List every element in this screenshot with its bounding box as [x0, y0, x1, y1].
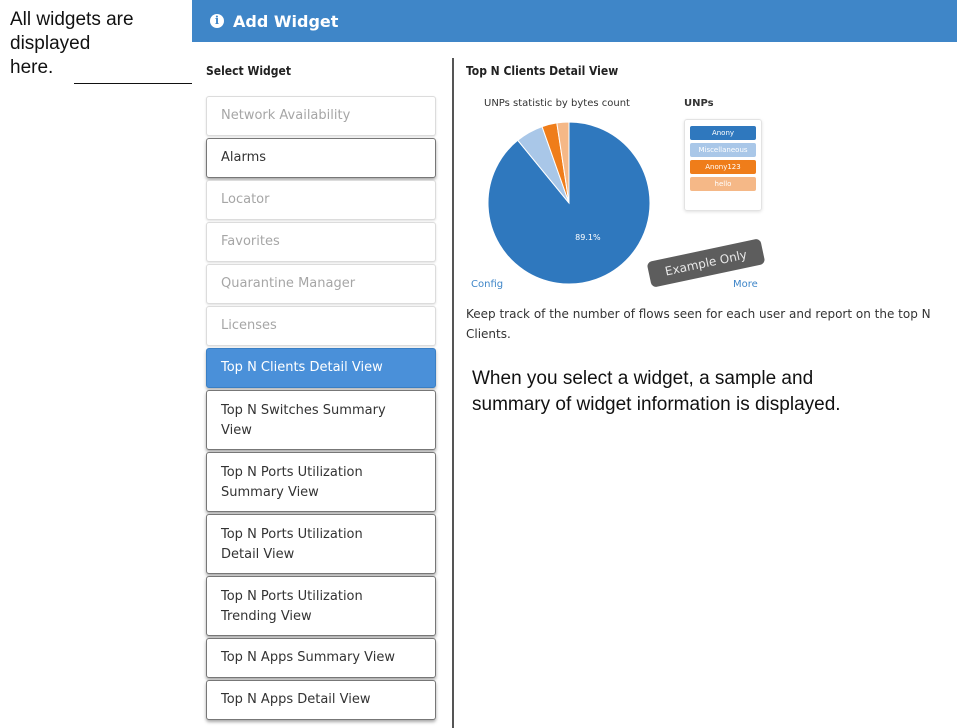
widget-item-label-line: Locator	[221, 192, 270, 207]
widget-item-label: Top N Ports Utilization Detail View	[221, 525, 363, 565]
widget-item[interactable]: Top N Apps Summary View	[206, 638, 436, 678]
widget-item-label-line: Top N Ports Utilization	[221, 527, 363, 542]
widget-list: Network Availability Alarms Locator Favorit…	[206, 96, 438, 722]
select-widget-label: Select Widget	[206, 64, 291, 78]
panel-divider	[452, 58, 454, 728]
widget-item-label-line: Alarms	[221, 150, 267, 165]
widget-item-label: Favorites	[221, 232, 280, 252]
widget-item-label-line: Favorites	[221, 234, 280, 249]
widget-item[interactable]: Alarms	[206, 138, 436, 178]
widget-item-label: Network Availability	[221, 106, 350, 126]
widget-item-label: Top N Clients Detail View	[221, 358, 383, 378]
widget-item-label-line: Top N Apps Summary View	[221, 650, 396, 665]
widget-item-label: Quarantine Manager	[221, 274, 355, 294]
widget-item-label: Alarms	[221, 148, 266, 168]
header-title: Add Widget	[233, 11, 339, 31]
chart-title: UNPs statistic by bytes count	[484, 98, 630, 109]
annotation-right-line-1: When you select a widget, a sample and	[472, 368, 814, 389]
widget-item-label-line: Top N Clients Detail View	[221, 360, 383, 375]
legend-title: UNPs	[684, 98, 714, 109]
widget-item-label-line: Top N Ports Utilization	[221, 465, 363, 480]
widget-description: Keep track of the number of flows seen f…	[466, 307, 931, 341]
widget-item[interactable]: Top N Ports Utilization Trending View	[206, 576, 436, 636]
widget-item-label-line: Top N Apps Detail View	[221, 692, 371, 707]
legend-item: Miscellaneous	[690, 143, 756, 157]
pie-slice-label: 89.1%	[575, 233, 601, 242]
legend-item: hello	[690, 177, 756, 191]
widget-item-label-line: Detail View	[221, 547, 295, 562]
widget-item-label-line: Network Availability	[221, 108, 351, 123]
pie-chart: 89.1%	[487, 121, 651, 285]
legend-item: Anony	[690, 126, 756, 140]
widget-item: Quarantine Manager	[206, 264, 436, 304]
info-icon: i	[210, 14, 224, 28]
widget-item-label: Locator	[221, 190, 269, 210]
chart-legend: Anony Miscellaneous Anony123 hello	[684, 119, 762, 211]
legend-item: Anony123	[690, 160, 756, 174]
widget-item-label: Top N Ports Utilization Trending View	[221, 587, 363, 627]
annotation-left: All widgets are displayed here.	[10, 8, 190, 80]
widget-item: Licenses	[206, 306, 436, 346]
widget-item[interactable]: Top N Ports Utilization Summary View	[206, 452, 436, 512]
widget-item-label-line: Quarantine Manager	[221, 276, 356, 291]
widget-item-label-line: Trending View	[221, 609, 312, 624]
widget-item-label-line: Top N Ports Utilization	[221, 589, 363, 604]
config-link[interactable]: Config	[471, 279, 503, 290]
widget-item-label-line: View	[221, 423, 252, 438]
widget-item-label-line: Top N Switches Summary	[221, 403, 386, 418]
add-widget-header: i Add Widget	[192, 0, 957, 42]
detail-title: Top N Clients Detail View	[466, 64, 619, 78]
widget-item-label: Licenses	[221, 316, 277, 336]
widget-item[interactable]: Top N Apps Detail View	[206, 680, 436, 720]
widget-item-label: Top N Switches Summary View	[221, 401, 386, 441]
annotation-left-line-3: here.	[10, 57, 54, 78]
widget-item-label: Top N Ports Utilization Summary View	[221, 463, 363, 503]
widget-item: Network Availability	[206, 96, 436, 136]
widget-item-label-line: Summary View	[221, 485, 319, 500]
widget-item-label-line: Licenses	[221, 318, 277, 333]
annotation-pointer-line	[74, 83, 192, 84]
widget-item[interactable]: Top N Clients Detail View	[206, 348, 436, 388]
annotation-right: When you select a widget, a sample and s…	[472, 366, 952, 418]
annotation-left-line-2: displayed	[10, 33, 91, 54]
more-link[interactable]: More	[733, 279, 758, 290]
annotation-right-line-2: summary of widget information is display…	[472, 394, 841, 415]
widget-item-label: Top N Apps Summary View	[221, 648, 395, 668]
annotation-left-line-1: All widgets are	[10, 9, 134, 30]
widget-item[interactable]: Top N Ports Utilization Detail View	[206, 514, 436, 574]
widget-item: Locator	[206, 180, 436, 220]
widget-item: Favorites	[206, 222, 436, 262]
widget-item-label: Top N Apps Detail View	[221, 690, 371, 710]
widget-item[interactable]: Top N Switches Summary View	[206, 390, 436, 450]
